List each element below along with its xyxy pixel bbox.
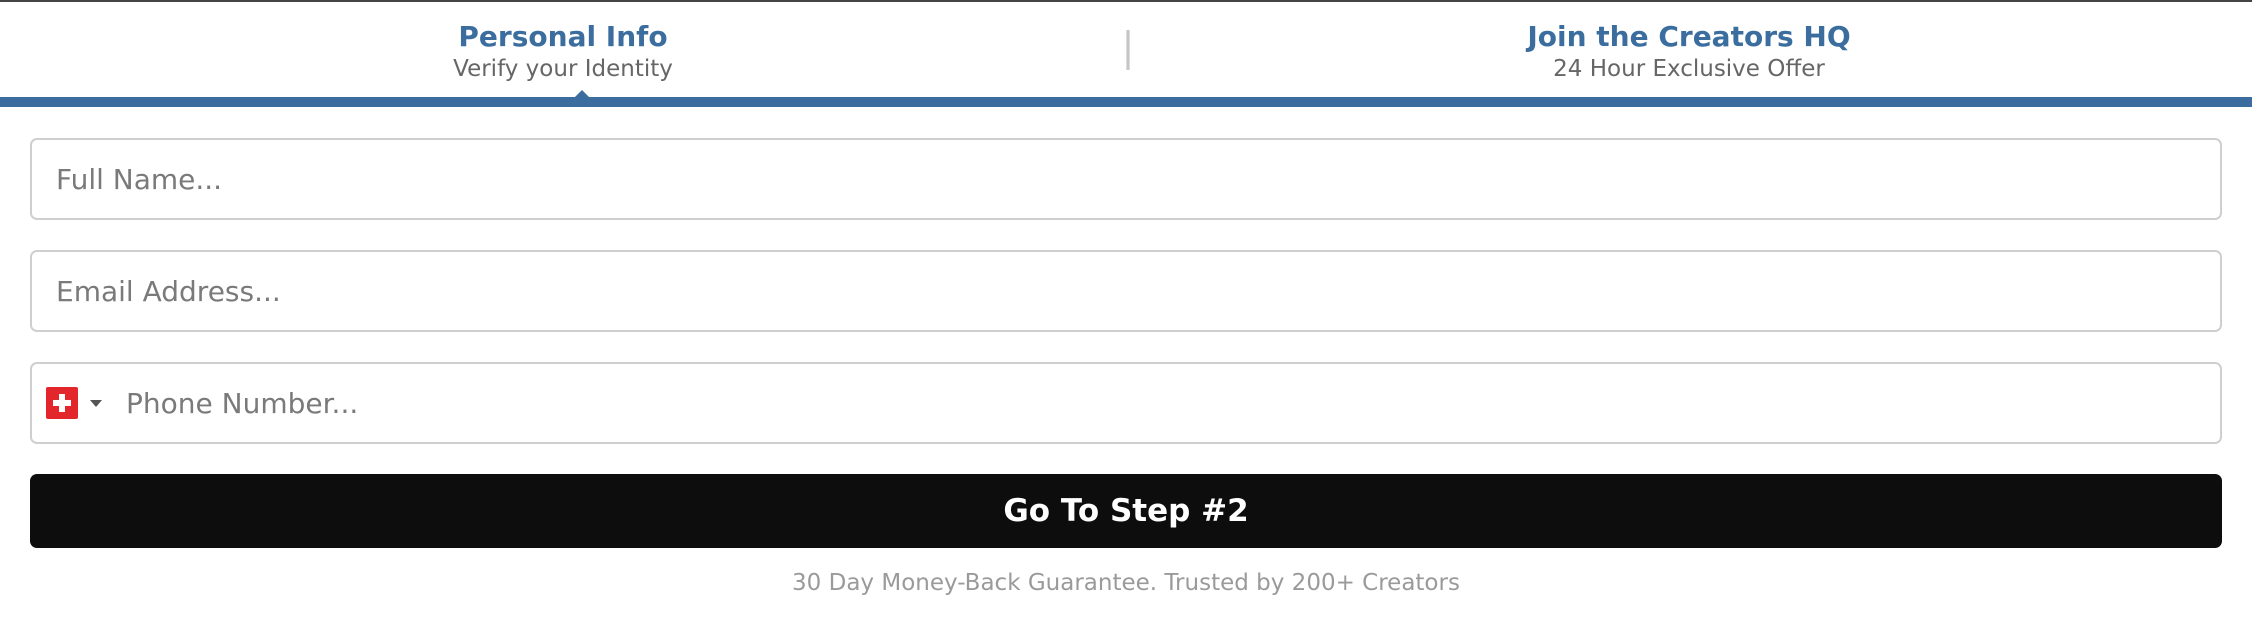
email-field-wrapper [30, 250, 2222, 332]
email-input[interactable] [32, 252, 2220, 330]
guarantee-text: 30 Day Money-Back Guarantee. Trusted by … [792, 570, 1460, 596]
phone-input[interactable] [102, 364, 2220, 442]
go-to-step-2-button[interactable]: Go To Step #2 [30, 474, 2222, 548]
personal-info-form: Go To Step #2 30 Day Money-Back Guarante… [30, 138, 2222, 596]
step-progress-header: Personal Info Verify your Identity Join … [0, 2, 2252, 107]
step-1-title: Personal Info [458, 20, 668, 53]
full-name-input[interactable] [32, 140, 2220, 218]
step-2-join-creators-hq[interactable]: Join the Creators HQ 24 Hour Exclusive O… [1126, 2, 2252, 97]
country-code-select[interactable] [32, 364, 102, 442]
step-1-personal-info[interactable]: Personal Info Verify your Identity [0, 2, 1126, 97]
caret-down-icon [90, 399, 102, 407]
step-1-subtitle: Verify your Identity [453, 56, 673, 82]
step-2-title: Join the Creators HQ [1527, 20, 1851, 53]
phone-field-wrapper [30, 362, 2222, 444]
order-form-page: Personal Info Verify your Identity Join … [0, 0, 2252, 632]
active-step-pointer-icon [565, 90, 599, 107]
full-name-field-wrapper [30, 138, 2222, 220]
switzerland-flag-icon [46, 387, 78, 419]
step-2-subtitle: 24 Hour Exclusive Offer [1553, 56, 1825, 82]
